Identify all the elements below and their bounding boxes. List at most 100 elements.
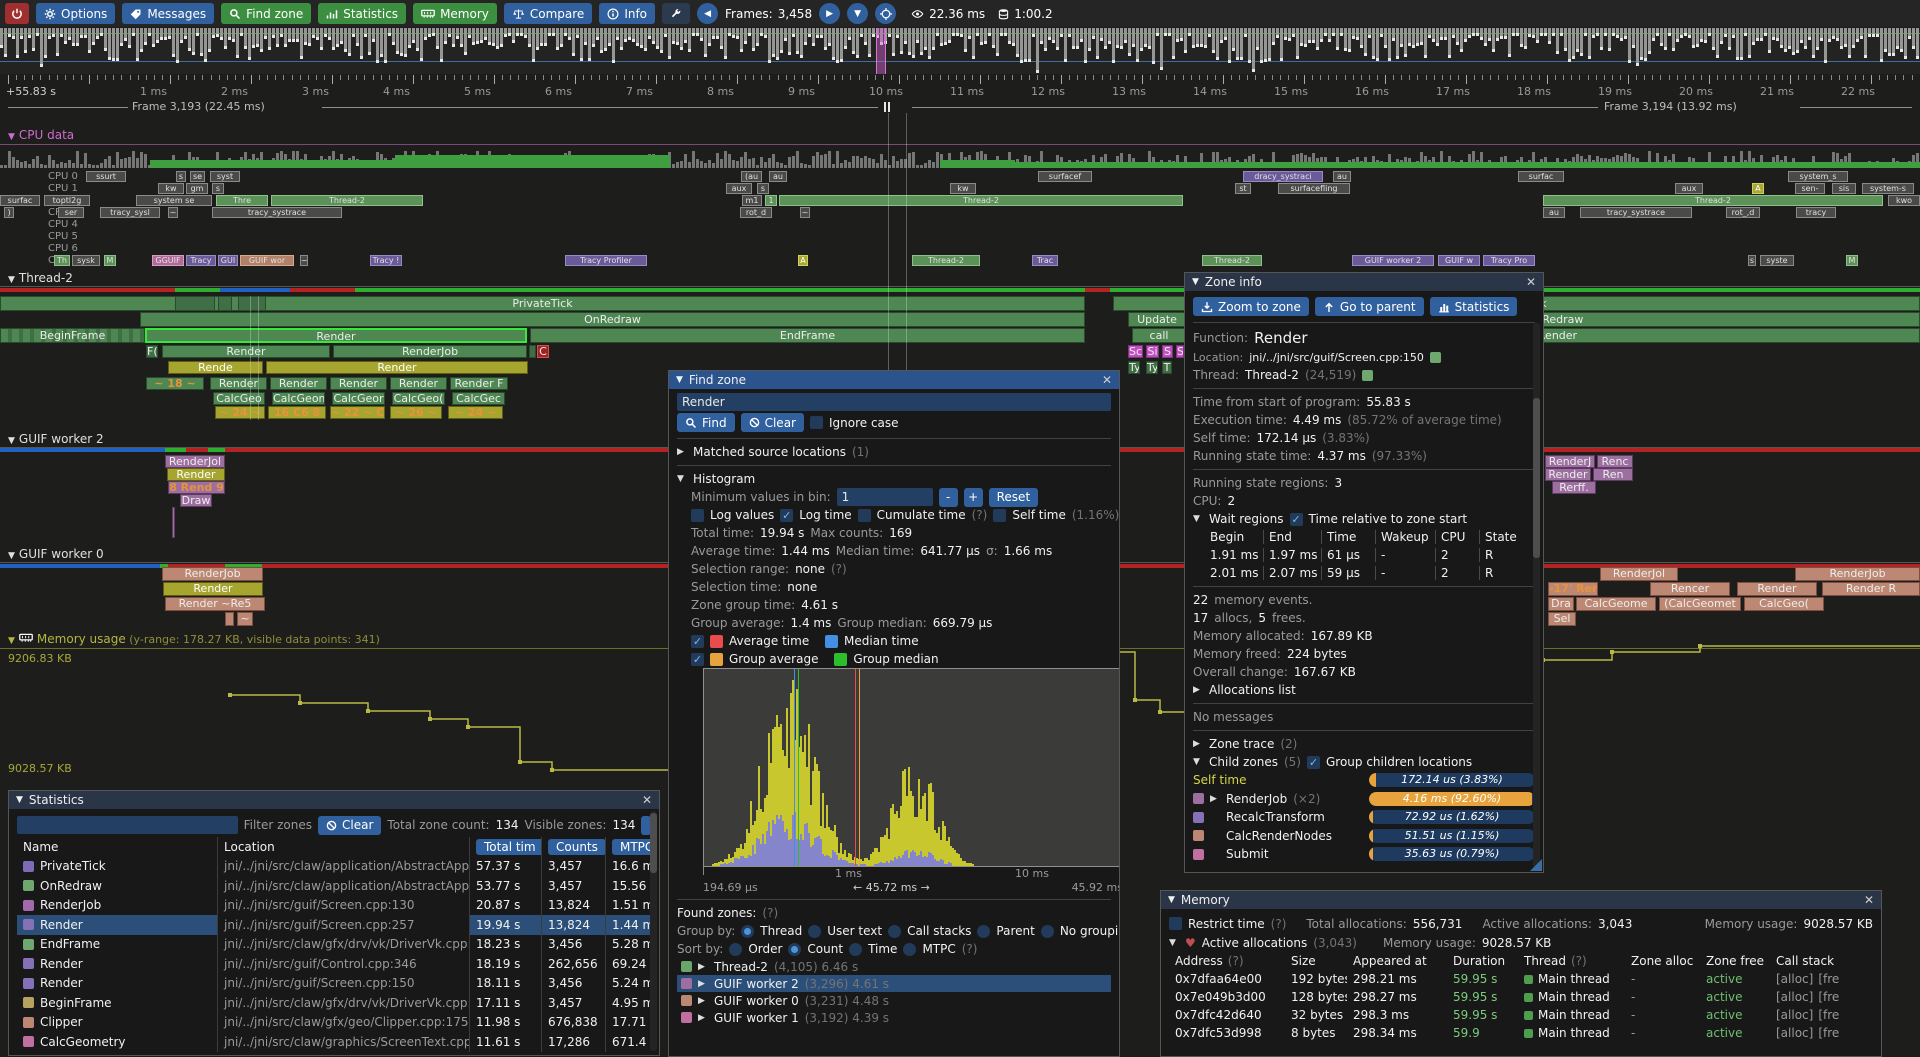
go-to-parent-button[interactable]: Go to parent xyxy=(1315,297,1424,316)
next-frame-button[interactable]: ▶ xyxy=(819,3,840,24)
found-zone-group-row[interactable]: ▶GUIF worker 0(3,231) 4.48 s xyxy=(677,992,1111,1009)
guif-worker-2-section-header[interactable]: ▼GUIF worker 2 xyxy=(8,432,104,446)
cpu-zone-chip[interactable]: toptl2g xyxy=(44,195,90,206)
cumulate-time-checkbox[interactable]: ✓ xyxy=(858,509,871,522)
cpu-zone-chip[interactable]: Trac xyxy=(1032,255,1058,266)
child-zones-row[interactable]: ▼Child zones(5)✓Group children locations xyxy=(1193,753,1535,771)
ignore-case-checkbox[interactable]: ✓ xyxy=(810,416,823,429)
sort-total-time-button[interactable]: Total tim xyxy=(476,839,541,855)
cpu-zone-chip[interactable]: system-s xyxy=(1862,183,1914,194)
min-bin-input[interactable] xyxy=(837,488,933,506)
timeline-zone[interactable]: RenderJob xyxy=(162,567,263,581)
child-zone-row[interactable]: ▶RenderJob(×2)4.16 ms (92.60%) xyxy=(1193,790,1535,809)
current-view-marker[interactable] xyxy=(876,28,886,74)
cpu-zone-chip[interactable]: sis xyxy=(1832,183,1856,194)
cpu-zone-chip[interactable]: Tracy ! xyxy=(370,255,402,266)
group-children-checkbox[interactable]: ✓ xyxy=(1307,756,1320,769)
timeline-zone[interactable]: RenderJob xyxy=(333,345,527,358)
timeline-zone[interactable]: RenderJol xyxy=(165,455,225,468)
timeline-zone[interactable]: CalcGeome xyxy=(272,392,325,405)
timeline-zone[interactable]: Renc xyxy=(1597,455,1633,468)
child-zone-row[interactable]: CalcRenderNodes51.51 us (1.15%) xyxy=(1193,827,1535,846)
zone-trace-row[interactable]: ▶Zone trace(2) xyxy=(1193,735,1535,753)
cpu-zone-chip[interactable]: ) xyxy=(4,207,14,218)
cpu-zone-chip[interactable]: kwo xyxy=(1888,195,1920,206)
statistics-button[interactable]: Statistics xyxy=(318,3,406,24)
cpu-zone-chip[interactable]: system se xyxy=(136,195,212,206)
statistics-row[interactable]: OnRedrawjni/../jni/src/claw/application/… xyxy=(17,876,651,896)
timeline-zone[interactable]: Ren xyxy=(1593,468,1633,481)
group-by-no-groupi-radio[interactable] xyxy=(1041,925,1054,938)
cpu-zone-chip[interactable]: 1 xyxy=(765,195,777,206)
sort-by-order-radio[interactable] xyxy=(729,943,742,956)
cpu-zone-chip[interactable]: aux xyxy=(726,183,752,194)
timeline-zone[interactable]: 16 C6 8 xyxy=(268,406,326,419)
scrollbar-thumb[interactable] xyxy=(1533,398,1540,558)
timeline-zone[interactable]: 8 Rend 9 xyxy=(168,481,225,494)
cpu-zone-chip[interactable]: Th xyxy=(54,255,70,266)
timeline-zone[interactable]: Rerff. xyxy=(1552,481,1596,494)
cpu-zone-chip[interactable]: se xyxy=(190,171,205,182)
timeline-zone[interactable] xyxy=(238,296,266,311)
frame-select-button[interactable]: ▼ xyxy=(847,3,868,24)
timeline-zone[interactable]: Render xyxy=(163,582,263,596)
cpu-zone-chip[interactable]: Thread-2 xyxy=(1202,255,1262,266)
timeline-zone[interactable]: ~ 26 ~ xyxy=(390,406,442,419)
cpu-zone-chip[interactable]: GGUIF xyxy=(152,255,184,266)
messages-button[interactable]: Messages xyxy=(122,3,214,24)
cpu-zone-chip[interactable]: A xyxy=(1752,183,1764,194)
cpu-zone-chip[interactable]: Tracy Pro xyxy=(1483,255,1535,266)
prev-frame-button[interactable]: ◀ xyxy=(697,3,718,24)
wrench-button[interactable] xyxy=(662,3,690,24)
cpu-zone-chip[interactable]: ~ xyxy=(168,207,178,218)
zone-search-input[interactable] xyxy=(677,393,1111,411)
statistics-row[interactable]: Clipperjni/../jni/src/claw/gfx/geo/Clipp… xyxy=(17,1013,651,1033)
cpu-zone-chip[interactable]: s xyxy=(176,171,186,182)
allocation-row[interactable]: 0x7dfc53d9988 bytes298.34 ms59.9Main thr… xyxy=(1169,1024,1873,1042)
cpu-zone-chip[interactable]: sen- xyxy=(1795,183,1825,194)
find-zone-window-titlebar[interactable]: ▼Find zone✕ xyxy=(669,371,1119,389)
timeline-zone[interactable]: call xyxy=(1132,328,1186,343)
cpu-zone-chip[interactable]: s xyxy=(212,183,224,194)
zone-time-histogram[interactable] xyxy=(703,668,1120,867)
statistics-row[interactable]: Renderjni/../jni/src/guif/Screen.cpp:257… xyxy=(17,915,651,935)
close-icon[interactable]: ✕ xyxy=(1102,373,1112,387)
guif-worker-0-section-header[interactable]: ▼GUIF worker 0 xyxy=(8,547,104,561)
cpu-zone-chip[interactable]: kw xyxy=(950,183,976,194)
cpu-zone-chip[interactable]: rot_,d xyxy=(1726,207,1760,218)
power-button[interactable] xyxy=(5,3,29,24)
found-zone-group-row[interactable]: ▶GUIF worker 2(3,296) 4.61 s xyxy=(677,975,1111,992)
cpu-zone-chip[interactable]: ~ xyxy=(300,255,308,266)
timeline-zone[interactable]: (CalcGeomet xyxy=(1659,597,1741,611)
info-button[interactable]: Info xyxy=(599,3,655,24)
found-zone-group-row[interactable]: ▶Thread-2(4,105) 6.46 s xyxy=(677,958,1111,975)
cpu-zone-chip[interactable]: Thread-2 xyxy=(779,195,1183,206)
cpu-data-section-header[interactable]: ▼CPU data xyxy=(8,128,74,142)
timeline-zone[interactable]: Render R xyxy=(1822,582,1920,596)
cpu-zone-chip[interactable]: surfac xyxy=(1518,171,1564,182)
self-time-checkbox[interactable]: ✓ xyxy=(993,509,1006,522)
group-by-thread-radio[interactable] xyxy=(741,925,754,938)
timeline-zone[interactable]: Render xyxy=(1737,582,1817,596)
statistics-row[interactable]: RenderJobjni/../jni/src/guif/Screen.cpp:… xyxy=(17,896,651,916)
cpu-zone-chip[interactable]: tracy_systrace xyxy=(1580,207,1692,218)
timeline-zone[interactable] xyxy=(218,296,232,311)
timeline-zone[interactable]: Render xyxy=(390,377,447,390)
cpu-zone-chip[interactable]: tracy xyxy=(1796,207,1836,218)
found-zone-group-row[interactable]: ▶GUIF worker 1(3,192) 4.39 s xyxy=(677,1009,1111,1026)
cpu-zone-chip[interactable]: ser xyxy=(58,207,84,218)
cpu-zone-chip[interactable]: M xyxy=(104,255,116,266)
sort-counts-button[interactable]: Counts xyxy=(548,839,605,855)
frame-overview-strip[interactable] xyxy=(0,28,1920,74)
cpu-zone-chip[interactable]: kw xyxy=(158,183,184,194)
allocations-list-row[interactable]: ▶Allocations list xyxy=(1193,681,1535,699)
cpu-zone-chip[interactable]: GUI xyxy=(218,255,238,266)
cpu-zone-chip[interactable]: Thre xyxy=(216,195,268,206)
timeline-zone[interactable]: Render xyxy=(270,377,327,390)
filter-zones-input[interactable] xyxy=(17,816,238,834)
statistics-row[interactable]: BeginFramejni/../jni/src/claw/gfx/drv/vk… xyxy=(17,993,651,1013)
cpu-zone-chip[interactable]: syst xyxy=(210,171,240,182)
sort-by-time-radio[interactable] xyxy=(849,943,862,956)
legend-checkbox[interactable]: ✓ xyxy=(691,635,704,648)
timeline-zone[interactable]: RenderJol xyxy=(1600,567,1678,581)
